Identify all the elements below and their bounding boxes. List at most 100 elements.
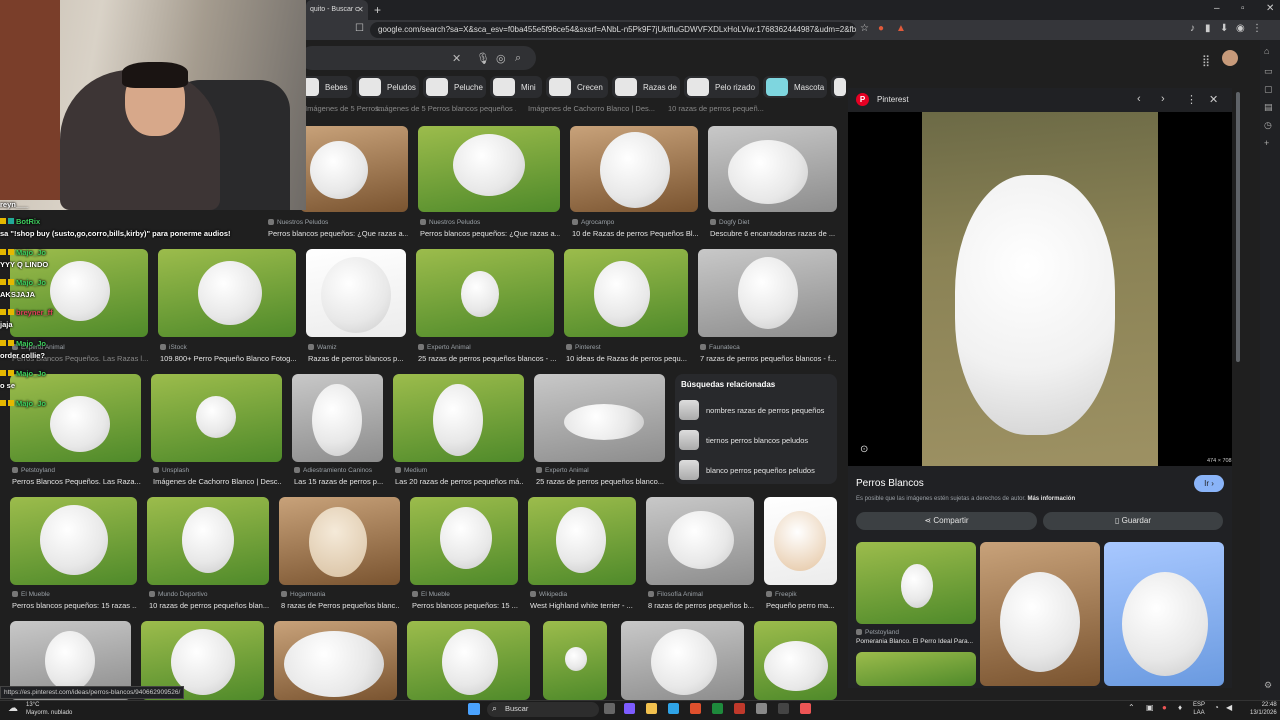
result-title[interactable]: Las 15 razas de perros p... [294, 477, 389, 486]
result-source[interactable]: Experto Animal [418, 344, 556, 351]
chip[interactable]: Pelo rizado [684, 76, 759, 98]
result-source[interactable]: Pinterest [566, 344, 690, 351]
result-image[interactable] [754, 621, 837, 700]
result-title[interactable]: Descubre 6 encantadoras razas de ... [710, 229, 836, 238]
related-source[interactable]: Petstoyland [856, 629, 976, 636]
result-source[interactable]: Filosofía Animal [648, 591, 754, 598]
go-button[interactable]: Ir › [1194, 475, 1224, 492]
chip[interactable] [831, 76, 846, 98]
result-source[interactable]: Nuestros Peludos [420, 219, 560, 226]
mic-icon[interactable]: 🎙 [476, 52, 490, 65]
lens-icon[interactable]: ◎ [496, 52, 506, 65]
result-image[interactable] [407, 621, 530, 700]
volume-icon[interactable]: ◀ [1226, 703, 1232, 712]
weather-widget[interactable]: 13°C Mayorm. nublado [26, 701, 72, 717]
bookmark-icon[interactable]: ☐ [355, 23, 364, 34]
result-source[interactable]: Wamiz [308, 344, 408, 351]
clear-icon[interactable]: ✕ [452, 52, 461, 65]
result-source[interactable]: Dogfy Diet [710, 219, 836, 226]
result-source[interactable]: Faunateca [700, 344, 837, 351]
language-indicator[interactable]: ESP LAA [1193, 701, 1205, 717]
result-image[interactable] [147, 497, 269, 585]
result-title[interactable]: Perros blancos pequeños: 15 razas ... [12, 601, 137, 610]
related-image[interactable] [856, 542, 976, 624]
adobe-icon[interactable] [734, 703, 745, 714]
profile-icon[interactable]: ◉ [1236, 23, 1245, 34]
settings-icon[interactable]: ⚙ [1264, 680, 1272, 691]
result-source[interactable]: Adiestramiento Caninos [294, 467, 389, 474]
result-title[interactable]: Razas de perros blancos p... [308, 354, 408, 363]
minimize-icon[interactable]: – [1214, 3, 1220, 14]
apps-icon[interactable]: ⣿ [1202, 54, 1210, 67]
result-image[interactable] [418, 126, 560, 212]
edge-icon[interactable] [668, 703, 679, 714]
close-preview-icon[interactable]: ✕ [1209, 93, 1218, 106]
result-title[interactable]: 10 ideas de Razas de perros pequ... [566, 354, 690, 363]
result-title[interactable]: 8 razas de Perros pequeños blanc... [281, 601, 400, 610]
result-image[interactable] [646, 497, 754, 585]
result-source[interactable]: Hogarmania [281, 591, 400, 598]
result-source[interactable]: Medium [395, 467, 524, 474]
result-image[interactable] [393, 374, 524, 462]
result-title[interactable]: 10 de Razas de perros Pequeños Bl... [572, 229, 698, 238]
chip[interactable]: Bebes [300, 76, 352, 98]
avatar[interactable] [1222, 50, 1238, 66]
result-title[interactable]: Imágenes de Cachorro Blanco | Des... [528, 104, 658, 113]
app-icon[interactable] [756, 703, 767, 714]
result-title[interactable]: Imágenes de 5 Perros blancos pequeños ..… [376, 104, 516, 113]
result-image[interactable] [528, 497, 636, 585]
next-icon[interactable]: › [1161, 93, 1165, 105]
wifi-icon[interactable]: ◔ [1214, 703, 1219, 712]
excel-icon[interactable] [712, 703, 723, 714]
brave-icon[interactable] [690, 703, 701, 714]
chip[interactable]: Razas de [612, 76, 680, 98]
share-button[interactable]: ⋖ Compartir [856, 512, 1037, 530]
tabs-icon[interactable]: ▭ [1264, 66, 1273, 77]
chip[interactable]: Mini [490, 76, 542, 98]
more-info-link[interactable]: Más información [1027, 496, 1075, 502]
result-image[interactable] [410, 497, 518, 585]
new-tab-icon[interactable]: + [374, 3, 381, 17]
clock[interactable]: 22:48 13/1/2026 [1250, 701, 1277, 717]
search-icon[interactable]: ⌕ [515, 52, 521, 65]
add-icon[interactable]: + [1264, 138, 1269, 148]
result-image[interactable] [10, 497, 137, 585]
result-title[interactable]: 10 razas de perros pequeñ... [668, 104, 788, 113]
app-icon[interactable] [800, 703, 811, 714]
download-icon[interactable]: ⬇ [1220, 23, 1228, 34]
result-title[interactable]: Las 20 razas de perros pequeños má... [395, 477, 524, 486]
taskbar-search[interactable]: Buscar [487, 702, 599, 717]
result-source[interactable]: Unsplash [153, 467, 282, 474]
extension-icon[interactable]: ▲ [896, 23, 906, 34]
result-image[interactable] [708, 126, 837, 212]
chat-icon[interactable]: ▢ [1264, 84, 1273, 95]
result-image[interactable] [274, 621, 397, 700]
related-image[interactable] [1104, 542, 1224, 686]
result-title[interactable]: Imágenes de Cachorro Blanco | Desc... [153, 477, 282, 486]
copilot-icon[interactable] [624, 703, 635, 714]
scrollbar[interactable] [1236, 92, 1240, 362]
history-icon[interactable]: ◷ [1264, 120, 1272, 131]
previous-icon[interactable]: ‹ [1137, 93, 1141, 105]
result-title[interactable]: 25 razas de perros pequeños blancos - ..… [418, 354, 556, 363]
related-search-item[interactable]: blanco perros pequeños peludos [679, 460, 815, 480]
mic-icon[interactable]: ♦ [1178, 703, 1182, 712]
chip[interactable]: Mascota [763, 76, 827, 98]
tray-chevron-icon[interactable]: ⌃ [1128, 703, 1135, 712]
result-source[interactable]: El Mueble [412, 591, 518, 598]
result-title[interactable]: 8 razas de perros pequeños b... [648, 601, 754, 610]
result-title[interactable]: Perros blancos pequeños: 15 ... [412, 601, 518, 610]
save-button[interactable]: ▯ Guardar [1043, 512, 1223, 530]
result-image[interactable] [698, 249, 837, 337]
result-image[interactable] [764, 497, 837, 585]
result-title[interactable]: West Highland white terrier - ... [530, 601, 636, 610]
result-source[interactable]: Freepik [766, 591, 839, 598]
result-image[interactable] [416, 249, 554, 337]
app-icon[interactable] [778, 703, 789, 714]
result-image[interactable] [279, 497, 400, 585]
maximize-icon[interactable]: ▫ [1241, 3, 1245, 14]
result-title[interactable]: 10 razas de perros pequeños blan... [149, 601, 269, 610]
related-title[interactable]: Pomerania Blanco. El Perro Ideal Para... [856, 638, 976, 645]
result-title[interactable]: Perros blancos pequeños: ¿Que razas a... [420, 229, 560, 238]
result-image[interactable] [292, 374, 383, 462]
